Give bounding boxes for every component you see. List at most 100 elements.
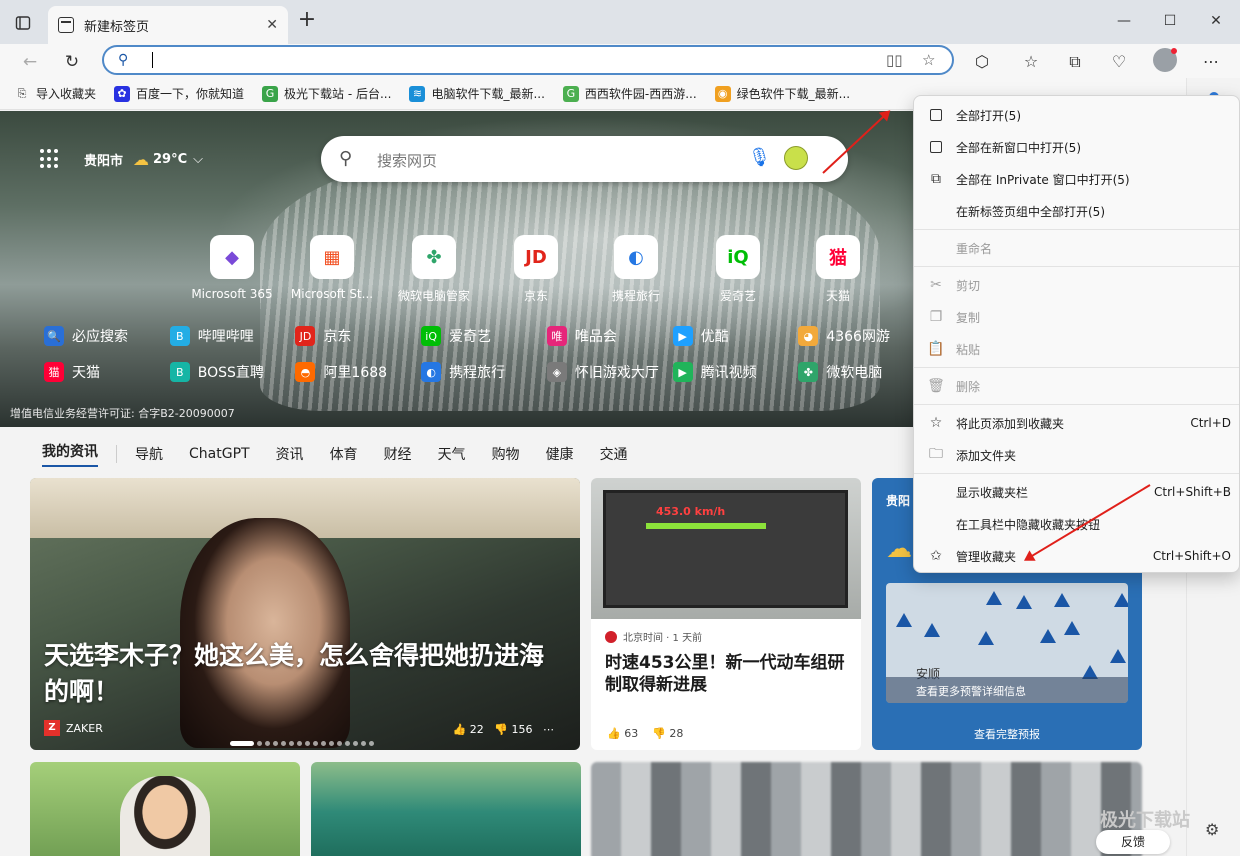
- news-card-bottom-3[interactable]: [591, 762, 1142, 856]
- favorite-label: 电脑软件下载_最新...: [431, 87, 545, 101]
- more-icon[interactable]: ⋯: [543, 723, 554, 736]
- quick-link[interactable]: iQ 爱奇艺: [688, 235, 788, 304]
- close-tab-icon[interactable]: ✕: [266, 17, 278, 33]
- feed-tab[interactable]: 体育: [330, 444, 358, 464]
- site-link[interactable]: 唯唯品会: [546, 326, 673, 346]
- site-link[interactable]: ◐ 携程旅行: [421, 362, 547, 382]
- favorite-item[interactable]: ✿ 百度一下，你就知道: [114, 85, 244, 102]
- site-link[interactable]: iQ 爱奇艺: [421, 326, 547, 346]
- weather-alert-map[interactable]: 安顺 查看更多预警详细信息: [886, 583, 1128, 703]
- bing-tennis-icon[interactable]: [784, 146, 808, 170]
- extensions-icon[interactable]: ⬡: [969, 49, 995, 75]
- feed-tab[interactable]: 购物: [492, 444, 520, 464]
- site-link-icon: 🔍: [44, 326, 64, 346]
- site-link[interactable]: JD 京东: [295, 326, 421, 346]
- menu-item[interactable]: 全部在新窗口中打开(5): [914, 131, 1239, 163]
- feed-tab[interactable]: 天气: [438, 444, 466, 464]
- favorite-item[interactable]: ◉ 绿色软件下载_最新...: [714, 85, 850, 102]
- news-card-bottom-1[interactable]: [30, 762, 300, 856]
- news-reactions[interactable]: 👍 22 👎 156 ⋯: [453, 723, 554, 736]
- news-reactions[interactable]: 👍 63 👎 28: [607, 727, 683, 740]
- news-headline[interactable]: 天选李木子？她这么美，怎么舍得把她扔进海的啊！: [44, 638, 564, 710]
- microphone-icon[interactable]: 🎙: [748, 147, 771, 168]
- favorite-item[interactable]: G 极光下载站 - 后台...: [262, 85, 391, 102]
- menu-item[interactable]: 显示收藏夹栏 Ctrl+Shift+B: [914, 476, 1239, 508]
- more-alerts-link[interactable]: 查看更多预警详细信息: [886, 677, 1128, 703]
- browser-essentials-icon[interactable]: ♡: [1106, 49, 1132, 75]
- weather-card-city: 贵阳: [886, 494, 911, 508]
- weather-widget[interactable]: 贵阳市 ☁ 29°C ⌵: [40, 149, 203, 169]
- news-card-train[interactable]: 453.0 km/h 北京时间 · 1 天前 时速453公里！新一代动车组研制取…: [591, 478, 861, 750]
- news-headline[interactable]: 时速453公里！新一代动车组研制取得新进展: [591, 644, 861, 704]
- menu-item[interactable]: ⧉ 全部在 InPrivate 窗口中打开(5): [914, 163, 1239, 195]
- close-window-button[interactable]: ✕: [1193, 8, 1239, 34]
- feed-tab[interactable]: 健康: [546, 444, 574, 464]
- back-button[interactable]: ←: [16, 48, 44, 76]
- menu-item-label: 在新标签页组中全部打开(5): [956, 204, 1105, 219]
- feed-tab[interactable]: 财经: [384, 444, 412, 464]
- collections-icon[interactable]: ⧉: [1062, 49, 1088, 75]
- web-search-box[interactable]: ⚲ 搜索网页 🎙: [321, 136, 848, 182]
- quick-link[interactable]: ◆ Microsoft 365: [182, 235, 282, 301]
- menu-item[interactable]: 全部打开(5): [914, 99, 1239, 131]
- quick-link[interactable]: JD 京东: [486, 235, 586, 304]
- quick-link[interactable]: ◐ 携程旅行: [586, 235, 686, 304]
- favorites-icon[interactable]: ☆: [1018, 49, 1044, 75]
- quick-link[interactable]: ▦ Microsoft St...: [282, 235, 382, 301]
- site-link[interactable]: B BOSS直聘: [169, 362, 296, 382]
- minimize-button[interactable]: —: [1101, 8, 1147, 34]
- tab-new-tab[interactable]: 新建标签页 ✕: [48, 6, 288, 44]
- like-count[interactable]: 👍 22: [453, 723, 484, 736]
- add-favorite-icon[interactable]: ☆: [922, 51, 935, 69]
- menu-item-label: 将此页添加到收藏夹: [956, 416, 1065, 431]
- text-caret: [152, 52, 153, 68]
- site-link[interactable]: ▶ 优酷: [672, 326, 799, 346]
- new-tab-button[interactable]: +: [296, 9, 318, 32]
- dislike-count[interactable]: 👎 28: [652, 727, 683, 740]
- menu-item[interactable]: 🗀 添加文件夹: [914, 439, 1239, 471]
- site-link-icon: ◈: [546, 362, 567, 382]
- full-forecast-link[interactable]: 查看完整预报: [872, 726, 1142, 742]
- new-tab-page-icon: [58, 17, 74, 33]
- feed-tab[interactable]: 导航: [135, 444, 163, 464]
- feed-tab[interactable]: ChatGPT: [189, 446, 250, 462]
- import-favorites-item[interactable]: ⎘ 导入收藏夹: [14, 85, 96, 102]
- address-bar[interactable]: ⚲ ▯▯ ☆: [102, 45, 954, 75]
- apps-grid-icon[interactable]: [40, 149, 60, 169]
- favorite-item[interactable]: ≋ 电脑软件下载_最新...: [409, 85, 545, 102]
- more-menu-icon[interactable]: ⋯: [1198, 49, 1224, 75]
- warning-icon: [1114, 593, 1128, 607]
- quick-link[interactable]: 猫天猫: [788, 235, 888, 304]
- settings-gear-icon[interactable]: ⚙: [1205, 820, 1219, 839]
- trash-icon: 🗑: [927, 378, 945, 394]
- site-link[interactable]: 🔍 必应搜索: [44, 326, 170, 346]
- favorites-context-menu: 全部打开(5) 全部在新窗口中打开(5) ⧉ 全部在 InPrivate 窗口中打开(…: [913, 95, 1240, 573]
- tab-actions-icon[interactable]: [12, 12, 34, 34]
- weather-icon: ☁: [886, 534, 912, 564]
- site-link[interactable]: ◕ 4366网游: [798, 326, 924, 346]
- news-card-main[interactable]: 天选李木子？她这么美，怎么舍得把她扔进海的啊！ Z ZAKER 👍 22 👎 1…: [30, 478, 580, 750]
- carousel-dots[interactable]: [230, 741, 374, 746]
- quick-link[interactable]: ✤ 微软电脑管家: [384, 235, 484, 304]
- feed-tab[interactable]: 资讯: [276, 444, 304, 464]
- menu-item[interactable]: ✩ 管理收藏夹 Ctrl+Shift+O: [914, 540, 1239, 572]
- immersive-reader-icon[interactable]: ▯▯: [886, 51, 903, 69]
- site-link[interactable]: ▶ 腾讯视频: [672, 362, 799, 382]
- feed-tab[interactable]: 交通: [600, 444, 628, 464]
- site-link[interactable]: ◈ 怀旧游戏大厅: [546, 362, 673, 382]
- feed-tab[interactable]: 我的资讯: [42, 441, 98, 467]
- refresh-button[interactable]: ↻: [58, 48, 86, 76]
- menu-item[interactable]: ☆ 将此页添加到收藏夹 Ctrl+D: [914, 407, 1239, 439]
- favorite-item[interactable]: G 西西软件园-西西游...: [562, 85, 697, 102]
- menu-item[interactable]: 在新标签页组中全部打开(5): [914, 195, 1239, 227]
- dislike-count[interactable]: 👎 156: [494, 723, 532, 736]
- site-link[interactable]: ✤ 微软电脑: [798, 362, 924, 382]
- menu-item[interactable]: 在工具栏中隐藏收藏夹按钮: [914, 508, 1239, 540]
- maximize-button[interactable]: ☐: [1147, 8, 1193, 34]
- site-link[interactable]: 猫天猫: [44, 362, 170, 382]
- site-link[interactable]: B 哔哩哔哩: [169, 326, 296, 346]
- news-card-bottom-2[interactable]: [311, 762, 581, 856]
- site-link[interactable]: ◓ 阿里1688: [295, 362, 421, 382]
- like-count[interactable]: 👍 63: [607, 727, 638, 740]
- feedback-button[interactable]: 反馈: [1096, 830, 1170, 854]
